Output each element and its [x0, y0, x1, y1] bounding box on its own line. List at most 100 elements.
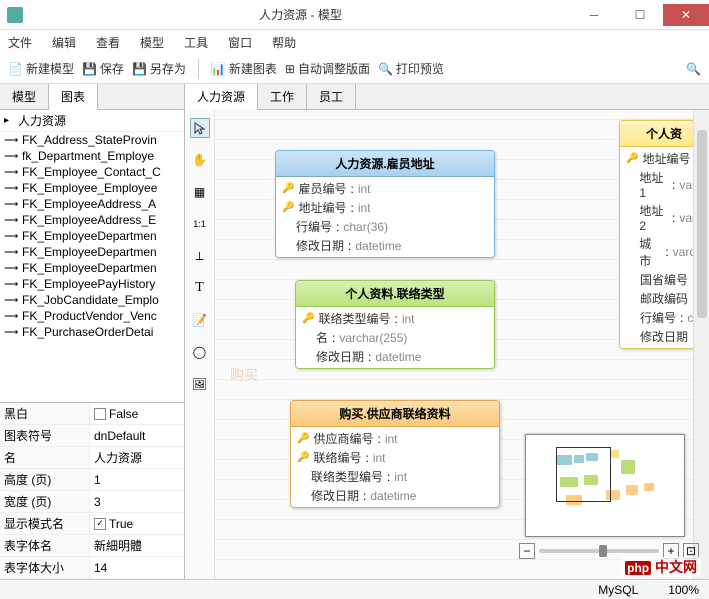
property-value[interactable]: False: [90, 403, 184, 424]
tree-root[interactable]: ▸ 人力资源: [0, 110, 184, 132]
property-row[interactable]: 表字体名新細明體: [0, 535, 184, 557]
zoom-slider[interactable]: [539, 549, 659, 553]
entity-employee-address[interactable]: 人力资源.雇员地址 🔑雇员编号 : int🔑地址编号 : int行编号 : ch…: [275, 150, 495, 258]
property-row[interactable]: 高度 (页)1: [0, 469, 184, 491]
fk-icon: ⟶: [4, 247, 18, 258]
fk-icon: ⟶: [4, 231, 18, 242]
relation-tool[interactable]: 1:1: [190, 214, 210, 234]
tree-item[interactable]: ⟶FK_EmployeeDepartmen: [0, 228, 184, 244]
minimize-button[interactable]: ─: [571, 4, 617, 26]
menu-model[interactable]: 模型: [140, 34, 164, 51]
property-row[interactable]: 表字体大小14: [0, 557, 184, 579]
property-value[interactable]: 14: [90, 557, 184, 578]
close-button[interactable]: ✕: [663, 4, 709, 26]
property-value[interactable]: dnDefault: [90, 425, 184, 446]
tree-item[interactable]: ⟶FK_EmployeeAddress_E: [0, 212, 184, 228]
tree-item[interactable]: ⟶FK_EmployeeDepartmen: [0, 244, 184, 260]
link-tool[interactable]: ⟂: [190, 246, 210, 266]
property-name: 高度 (页): [0, 469, 90, 490]
property-row[interactable]: 宽度 (页)3: [0, 491, 184, 513]
tree-view: ▸ 人力资源 ⟶FK_Address_StateProvin⟶fk_Depart…: [0, 110, 184, 402]
fk-icon: ⟶: [4, 295, 18, 306]
fk-icon: ⟶: [4, 279, 18, 290]
hand-icon: ✋: [192, 153, 207, 167]
entity-field: 🔑联络类型编号 : int: [296, 309, 494, 328]
zoom-out-button[interactable]: −: [519, 543, 535, 559]
shape-icon: ◯: [193, 345, 206, 359]
property-row[interactable]: 图表符号dnDefault: [0, 425, 184, 447]
tree-item[interactable]: ⟶FK_PurchaseOrderDetai: [0, 324, 184, 340]
center-tabs: 人力资源 工作 员工: [185, 84, 709, 110]
shape-tool[interactable]: ◯: [190, 342, 210, 362]
image-tool[interactable]: 🖼: [190, 374, 210, 394]
save-button[interactable]: 💾 保存: [82, 60, 124, 77]
titlebar: 人力资源 - 模型 ─ ☐ ✕: [0, 0, 709, 30]
property-row[interactable]: 名人力资源: [0, 447, 184, 469]
entity-contact-type[interactable]: 个人资料.联络类型 🔑联络类型编号 : int名 : varchar(255)修…: [295, 280, 495, 369]
print-preview-button[interactable]: 🔍 打印预览: [378, 60, 444, 77]
tree-item[interactable]: ⟶FK_ProductVendor_Venc: [0, 308, 184, 324]
new-diagram-button[interactable]: 📊 新建图表: [211, 60, 277, 77]
property-value[interactable]: 新細明體: [90, 535, 184, 556]
tree-item[interactable]: ⟶FK_Address_StateProvin: [0, 132, 184, 148]
checkbox-icon[interactable]: [94, 408, 106, 420]
property-value[interactable]: ✓ True: [90, 513, 184, 534]
tree-item[interactable]: ⟶fk_Department_Employe: [0, 148, 184, 164]
tree-item[interactable]: ⟶FK_EmployeeAddress_A: [0, 196, 184, 212]
menu-edit[interactable]: 编辑: [52, 34, 76, 51]
menu-view[interactable]: 查看: [96, 34, 120, 51]
entity-field: 🔑地址编号 : int: [276, 198, 494, 217]
expand-icon[interactable]: ▸: [4, 115, 18, 126]
property-name: 宽度 (页): [0, 491, 90, 512]
property-value[interactable]: 3: [90, 491, 184, 512]
maximize-button[interactable]: ☐: [617, 4, 663, 26]
checkbox-icon[interactable]: ✓: [94, 518, 106, 530]
table-tool[interactable]: ▦: [190, 182, 210, 202]
watermark-buy: 购买: [230, 365, 258, 385]
minimap[interactable]: [525, 434, 685, 537]
pointer-tool[interactable]: [190, 118, 210, 138]
auto-layout-button[interactable]: ⊞ 自动调整版面: [285, 60, 370, 77]
menu-window[interactable]: 窗口: [228, 34, 252, 51]
entity-vendor-contact[interactable]: 购买.供应商联络资料 🔑供应商编号 : int🔑联络编号 : int联络类型编号…: [290, 400, 500, 508]
menu-file[interactable]: 文件: [8, 34, 32, 51]
entity-field: 行编号 : char(36): [276, 217, 494, 236]
tree-item[interactable]: ⟶FK_Employee_Contact_C: [0, 164, 184, 180]
image-icon: 🖼: [192, 377, 207, 391]
left-panel: 模型 图表 ▸ 人力资源 ⟶FK_Address_StateProvin⟶fk_…: [0, 84, 185, 579]
entity-field: 🔑雇员编号 : int: [276, 179, 494, 198]
canvas-scrollbar-vertical[interactable]: [693, 110, 709, 579]
entity-field: 联络类型编号 : int: [291, 467, 499, 486]
property-row[interactable]: 显示模式名✓ True: [0, 513, 184, 535]
key-icon: 🔑: [297, 452, 309, 463]
tab-work[interactable]: 工作: [258, 84, 307, 109]
tab-diagram[interactable]: 图表: [49, 84, 98, 110]
tree-item[interactable]: ⟶FK_EmployeePayHistory: [0, 276, 184, 292]
property-value[interactable]: 1: [90, 469, 184, 490]
new-model-button[interactable]: 📄 新建模型: [8, 60, 74, 77]
fk-icon: ⟶: [4, 311, 18, 322]
property-value[interactable]: 人力资源: [90, 447, 184, 468]
text-tool[interactable]: T: [190, 278, 210, 298]
menu-help[interactable]: 帮助: [272, 34, 296, 51]
tree-item[interactable]: ⟶FK_EmployeeDepartmen: [0, 260, 184, 276]
save-as-icon: 💾: [132, 62, 147, 76]
key-icon: 🔑: [302, 313, 314, 324]
menu-tools[interactable]: 工具: [184, 34, 208, 51]
search-button[interactable]: 🔍: [686, 62, 701, 76]
entity-field: 🔑供应商编号 : int: [291, 429, 499, 448]
note-tool[interactable]: 📝: [190, 310, 210, 330]
save-as-button[interactable]: 💾 另存为: [132, 60, 186, 77]
property-row[interactable]: 黑白 False: [0, 403, 184, 425]
tree-item[interactable]: ⟶FK_JobCandidate_Emplo: [0, 292, 184, 308]
tool-palette: ✋ ▦ 1:1 ⟂ T 📝 ◯: [185, 110, 215, 579]
hand-tool[interactable]: ✋: [190, 150, 210, 170]
php-watermark: php php 中文网 中文网: [621, 557, 701, 577]
tab-employee[interactable]: 员工: [307, 84, 356, 109]
link-icon: ⟂: [195, 249, 203, 264]
tab-model[interactable]: 模型: [0, 84, 49, 109]
tree-item[interactable]: ⟶FK_Employee_Employee: [0, 180, 184, 196]
tab-hr[interactable]: 人力资源: [185, 84, 258, 110]
property-name: 图表符号: [0, 425, 90, 446]
property-name: 表字体大小: [0, 557, 90, 578]
